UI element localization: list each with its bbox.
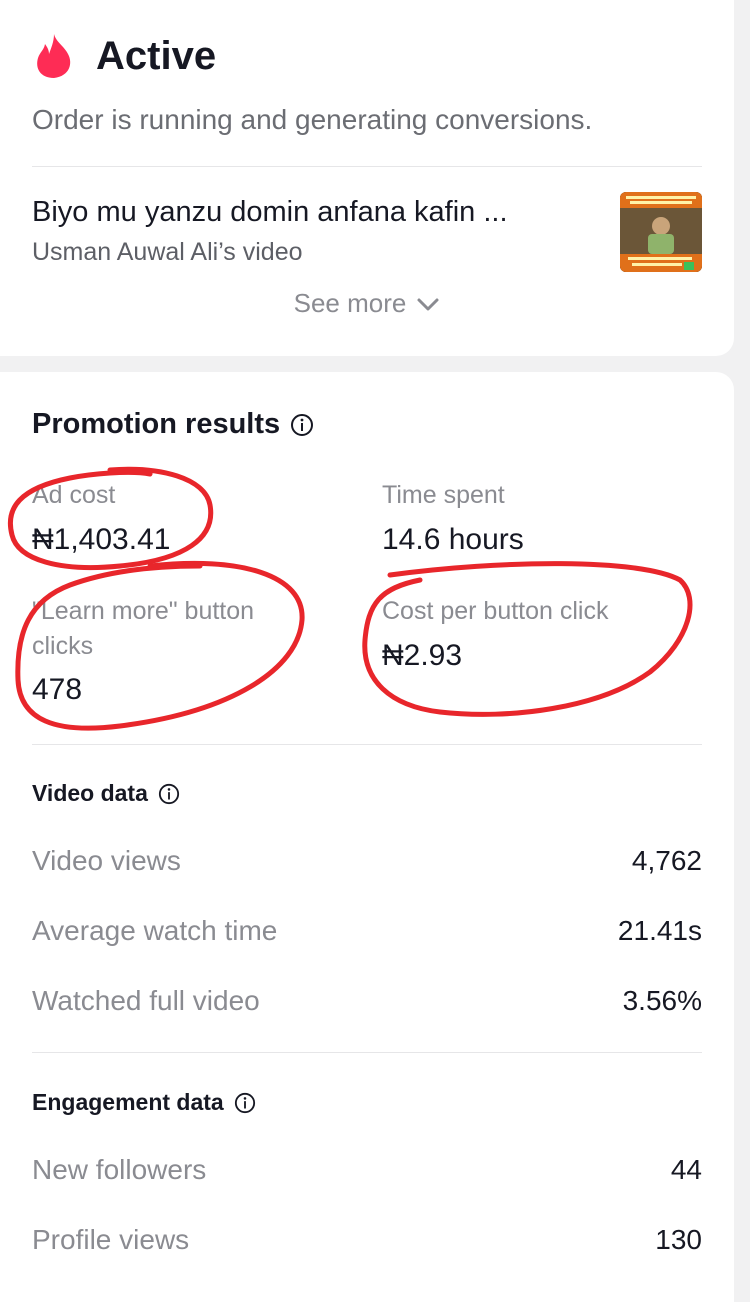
status-title: Active bbox=[96, 33, 217, 78]
average-watch-time-row: Average watch time 21.41s bbox=[32, 915, 702, 947]
info-icon[interactable] bbox=[158, 783, 180, 805]
divider bbox=[32, 744, 702, 745]
see-more-label: See more bbox=[293, 288, 407, 318]
profile-views-value: 130 bbox=[655, 1224, 702, 1255]
divider bbox=[32, 1052, 702, 1053]
video-views-row: Video views 4,762 bbox=[32, 845, 702, 877]
see-more-button[interactable]: See more bbox=[0, 288, 734, 319]
watched-full-video-row: Watched full video 3.56% bbox=[32, 985, 702, 1017]
status-header: Active bbox=[32, 32, 216, 80]
average-watch-time-value: 21.41s bbox=[617, 915, 702, 946]
learn-more-clicks-value: 478 bbox=[32, 673, 83, 706]
info-icon[interactable] bbox=[234, 1092, 256, 1114]
video-thumbnail[interactable] bbox=[620, 192, 702, 272]
watched-full-video-value: 3.56% bbox=[622, 985, 702, 1016]
profile-views-label: Profile views bbox=[32, 1224, 190, 1255]
promotion-results-label: Promotion results bbox=[32, 408, 281, 440]
average-watch-time-label: Average watch time bbox=[32, 915, 278, 946]
video-data-title: Video data bbox=[32, 780, 180, 807]
engagement-data-label: Engagement data bbox=[32, 1089, 224, 1115]
video-title[interactable]: Biyo mu yanzu domin anfana kafin ... bbox=[32, 196, 508, 229]
ad-cost-label: Ad cost bbox=[32, 481, 116, 509]
video-data-label: Video data bbox=[32, 780, 148, 806]
new-followers-label: New followers bbox=[32, 1154, 207, 1185]
flame-icon bbox=[37, 34, 71, 78]
cost-per-click-label: Cost per button click bbox=[382, 597, 609, 625]
thumbnail-image bbox=[620, 192, 702, 272]
divider bbox=[32, 166, 702, 167]
engagement-data-title: Engagement data bbox=[32, 1089, 256, 1116]
learn-more-clicks-label-line1: "Learn more" button bbox=[32, 597, 255, 625]
time-spent-label: Time spent bbox=[382, 481, 505, 509]
watched-full-video-label: Watched full video bbox=[32, 985, 260, 1016]
promotion-results-title: Promotion results bbox=[32, 408, 314, 441]
status-description: Order is running and generating conversi… bbox=[32, 104, 593, 135]
profile-views-row: Profile views 130 bbox=[32, 1224, 702, 1256]
new-followers-value: 44 bbox=[670, 1154, 702, 1185]
chevron-down-icon bbox=[417, 298, 439, 311]
info-icon[interactable] bbox=[290, 413, 314, 437]
learn-more-clicks-label: "Learn more" button clicks bbox=[32, 594, 254, 664]
learn-more-clicks-label-line2: clicks bbox=[32, 632, 94, 660]
new-followers-row: New followers 44 bbox=[32, 1154, 702, 1186]
video-views-value: 4,762 bbox=[631, 845, 702, 876]
cost-per-click-value: ₦2.93 bbox=[382, 639, 463, 672]
video-views-label: Video views bbox=[32, 845, 181, 876]
video-subtitle: Usman Auwal Ali’s video bbox=[32, 238, 303, 266]
status-card: Active Order is running and generating c… bbox=[0, 0, 734, 356]
ad-cost-value: ₦1,403.41 bbox=[32, 523, 171, 556]
time-spent-value: 14.6 hours bbox=[382, 523, 524, 556]
